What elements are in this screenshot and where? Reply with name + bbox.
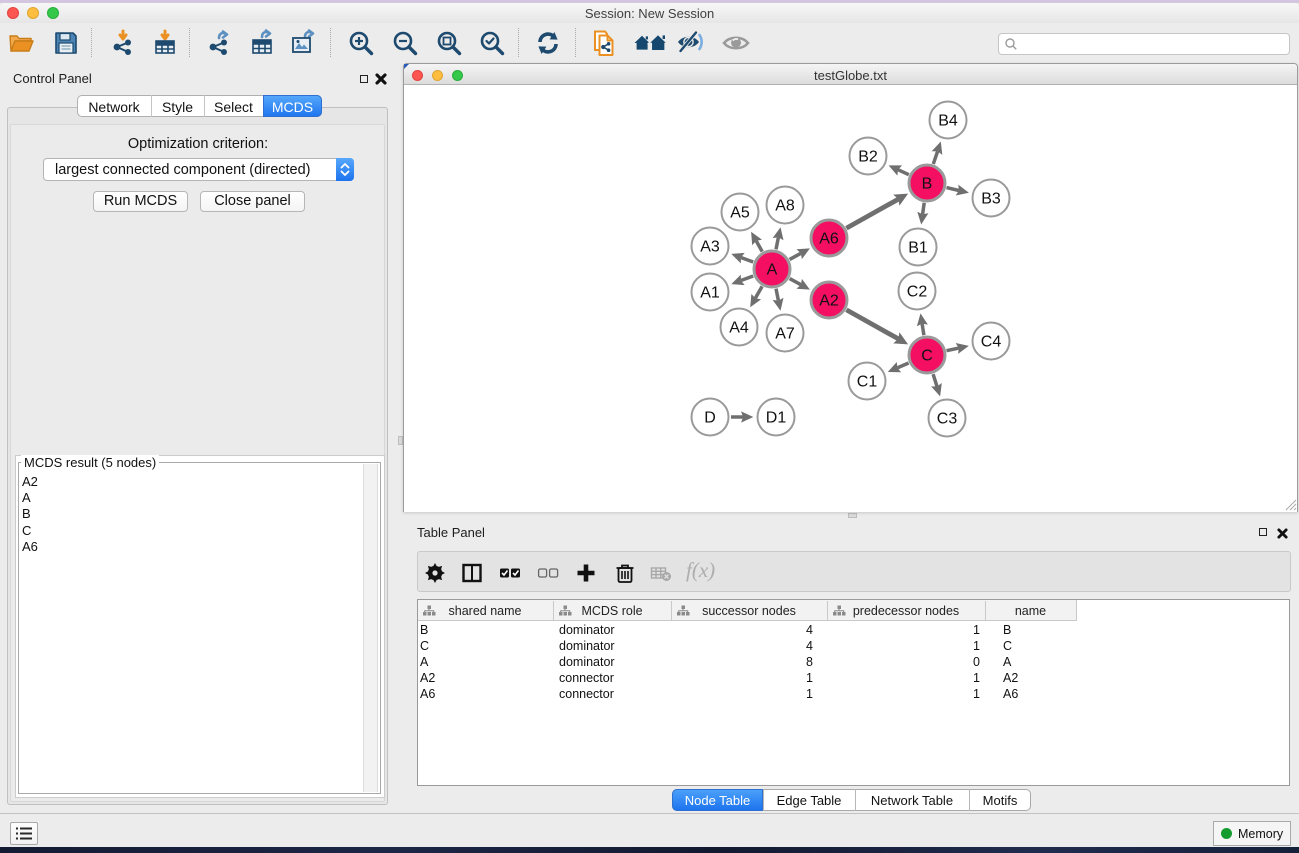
svg-text:A7: A7 <box>775 326 795 343</box>
svg-text:C4: C4 <box>981 334 1002 351</box>
svg-text:A5: A5 <box>730 205 750 222</box>
svg-text:B3: B3 <box>981 191 1001 208</box>
svg-text:B4: B4 <box>938 113 958 130</box>
svg-text:A2: A2 <box>819 293 839 310</box>
svg-text:C1: C1 <box>857 374 878 391</box>
svg-text:B: B <box>922 176 933 193</box>
svg-text:A: A <box>767 262 778 279</box>
svg-text:A3: A3 <box>700 239 720 256</box>
svg-text:B1: B1 <box>908 240 928 257</box>
svg-text:D1: D1 <box>766 410 787 427</box>
svg-text:A6: A6 <box>819 231 839 248</box>
svg-text:A1: A1 <box>700 285 720 302</box>
svg-text:A8: A8 <box>775 198 795 215</box>
svg-text:B2: B2 <box>858 149 878 166</box>
svg-text:A4: A4 <box>729 320 749 337</box>
svg-text:D: D <box>704 410 716 427</box>
svg-text:C2: C2 <box>907 284 928 301</box>
svg-text:C: C <box>921 348 933 365</box>
svg-text:C3: C3 <box>937 411 958 428</box>
